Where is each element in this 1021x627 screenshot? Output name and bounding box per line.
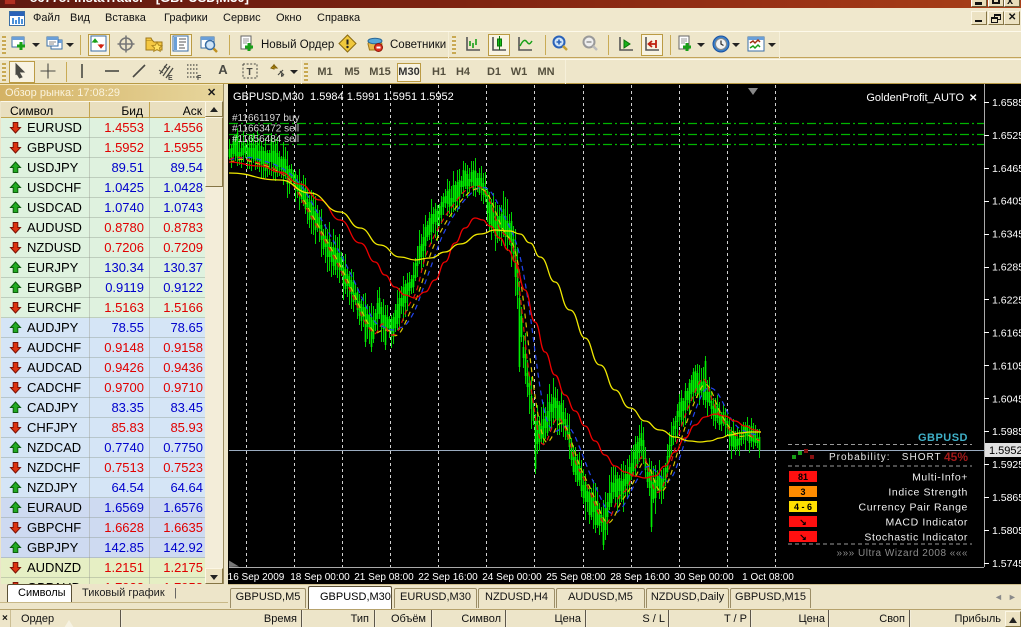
svg-text:1.5985: 1.5985 [992, 426, 1021, 438]
svg-text:1.6225: 1.6225 [992, 295, 1021, 307]
svg-text:1.5865: 1.5865 [992, 492, 1021, 504]
svg-text:30 Sep 00:00: 30 Sep 00:00 [674, 572, 734, 583]
svg-text:#11661197 buy: #11661197 buy [232, 113, 299, 124]
svg-text:GoldenProfit_AUTO: GoldenProfit_AUTO [866, 92, 964, 104]
svg-text:1.6525: 1.6525 [992, 130, 1021, 142]
svg-text:1.6405: 1.6405 [992, 196, 1021, 208]
svg-text:GBPUSD: GBPUSD [918, 432, 968, 444]
svg-text:GBPUSD,M30 1.5984 1.5991 1.59: GBPUSD,M30 1.5984 1.5991 1.5951 1.5952 [233, 91, 454, 103]
svg-text:1.6345: 1.6345 [992, 229, 1021, 241]
svg-text:MACD Indicator: MACD Indicator [885, 517, 968, 529]
svg-text:Indice Strength: Indice Strength [888, 487, 968, 499]
svg-text:1 Oct 08:00: 1 Oct 08:00 [742, 572, 794, 583]
svg-text:3: 3 [800, 487, 805, 497]
svg-text:F: F [197, 75, 202, 81]
svg-text:28 Sep 16:00: 28 Sep 16:00 [610, 572, 670, 583]
svg-text:1.5952: 1.5952 [989, 445, 1021, 457]
svg-text:4 - 6: 4 - 6 [794, 502, 812, 512]
svg-text:T: T [247, 67, 253, 78]
svg-text:1.6285: 1.6285 [992, 262, 1021, 274]
svg-text:1.6165: 1.6165 [992, 327, 1021, 339]
svg-text:24 Sep 00:00: 24 Sep 00:00 [482, 572, 542, 583]
svg-text:✕: ✕ [969, 93, 977, 104]
svg-text:81: 81 [798, 472, 808, 482]
svg-text:1.5745: 1.5745 [992, 558, 1021, 570]
svg-text:1.6045: 1.6045 [992, 393, 1021, 405]
svg-text:18 Sep 00:00: 18 Sep 00:00 [290, 572, 350, 583]
svg-text:#11656484 sell: #11656484 sell [232, 134, 299, 145]
svg-text:Probability: SHORT: Probability: SHORT [829, 452, 942, 463]
svg-text:16 Sep 2009: 16 Sep 2009 [228, 572, 285, 583]
svg-text:»»» Ultra Wizard 2008 «««: »»» Ultra Wizard 2008 ««« [837, 548, 968, 559]
svg-text:Multi-Info+: Multi-Info+ [912, 472, 968, 484]
svg-text:25 Sep 08:00: 25 Sep 08:00 [546, 572, 606, 583]
svg-text:1.6105: 1.6105 [992, 360, 1021, 372]
svg-text:22 Sep 16:00: 22 Sep 16:00 [418, 572, 478, 583]
svg-text:Stochastic Indicator: Stochastic Indicator [864, 532, 968, 544]
svg-text:↘: ↘ [799, 517, 807, 527]
svg-text:E: E [168, 75, 173, 81]
svg-text:1.6465: 1.6465 [992, 163, 1021, 175]
svg-text:1.5925: 1.5925 [992, 459, 1021, 471]
svg-text:1.5805: 1.5805 [992, 525, 1021, 537]
svg-text:#11663472 sell: #11663472 sell [232, 124, 299, 135]
svg-text:1.6585: 1.6585 [992, 97, 1021, 109]
svg-text:21 Sep 08:00: 21 Sep 08:00 [354, 572, 414, 583]
svg-text:45%: 45% [944, 450, 968, 464]
svg-text:↘: ↘ [799, 532, 807, 542]
svg-text:Currency Pair Range: Currency Pair Range [859, 502, 968, 514]
